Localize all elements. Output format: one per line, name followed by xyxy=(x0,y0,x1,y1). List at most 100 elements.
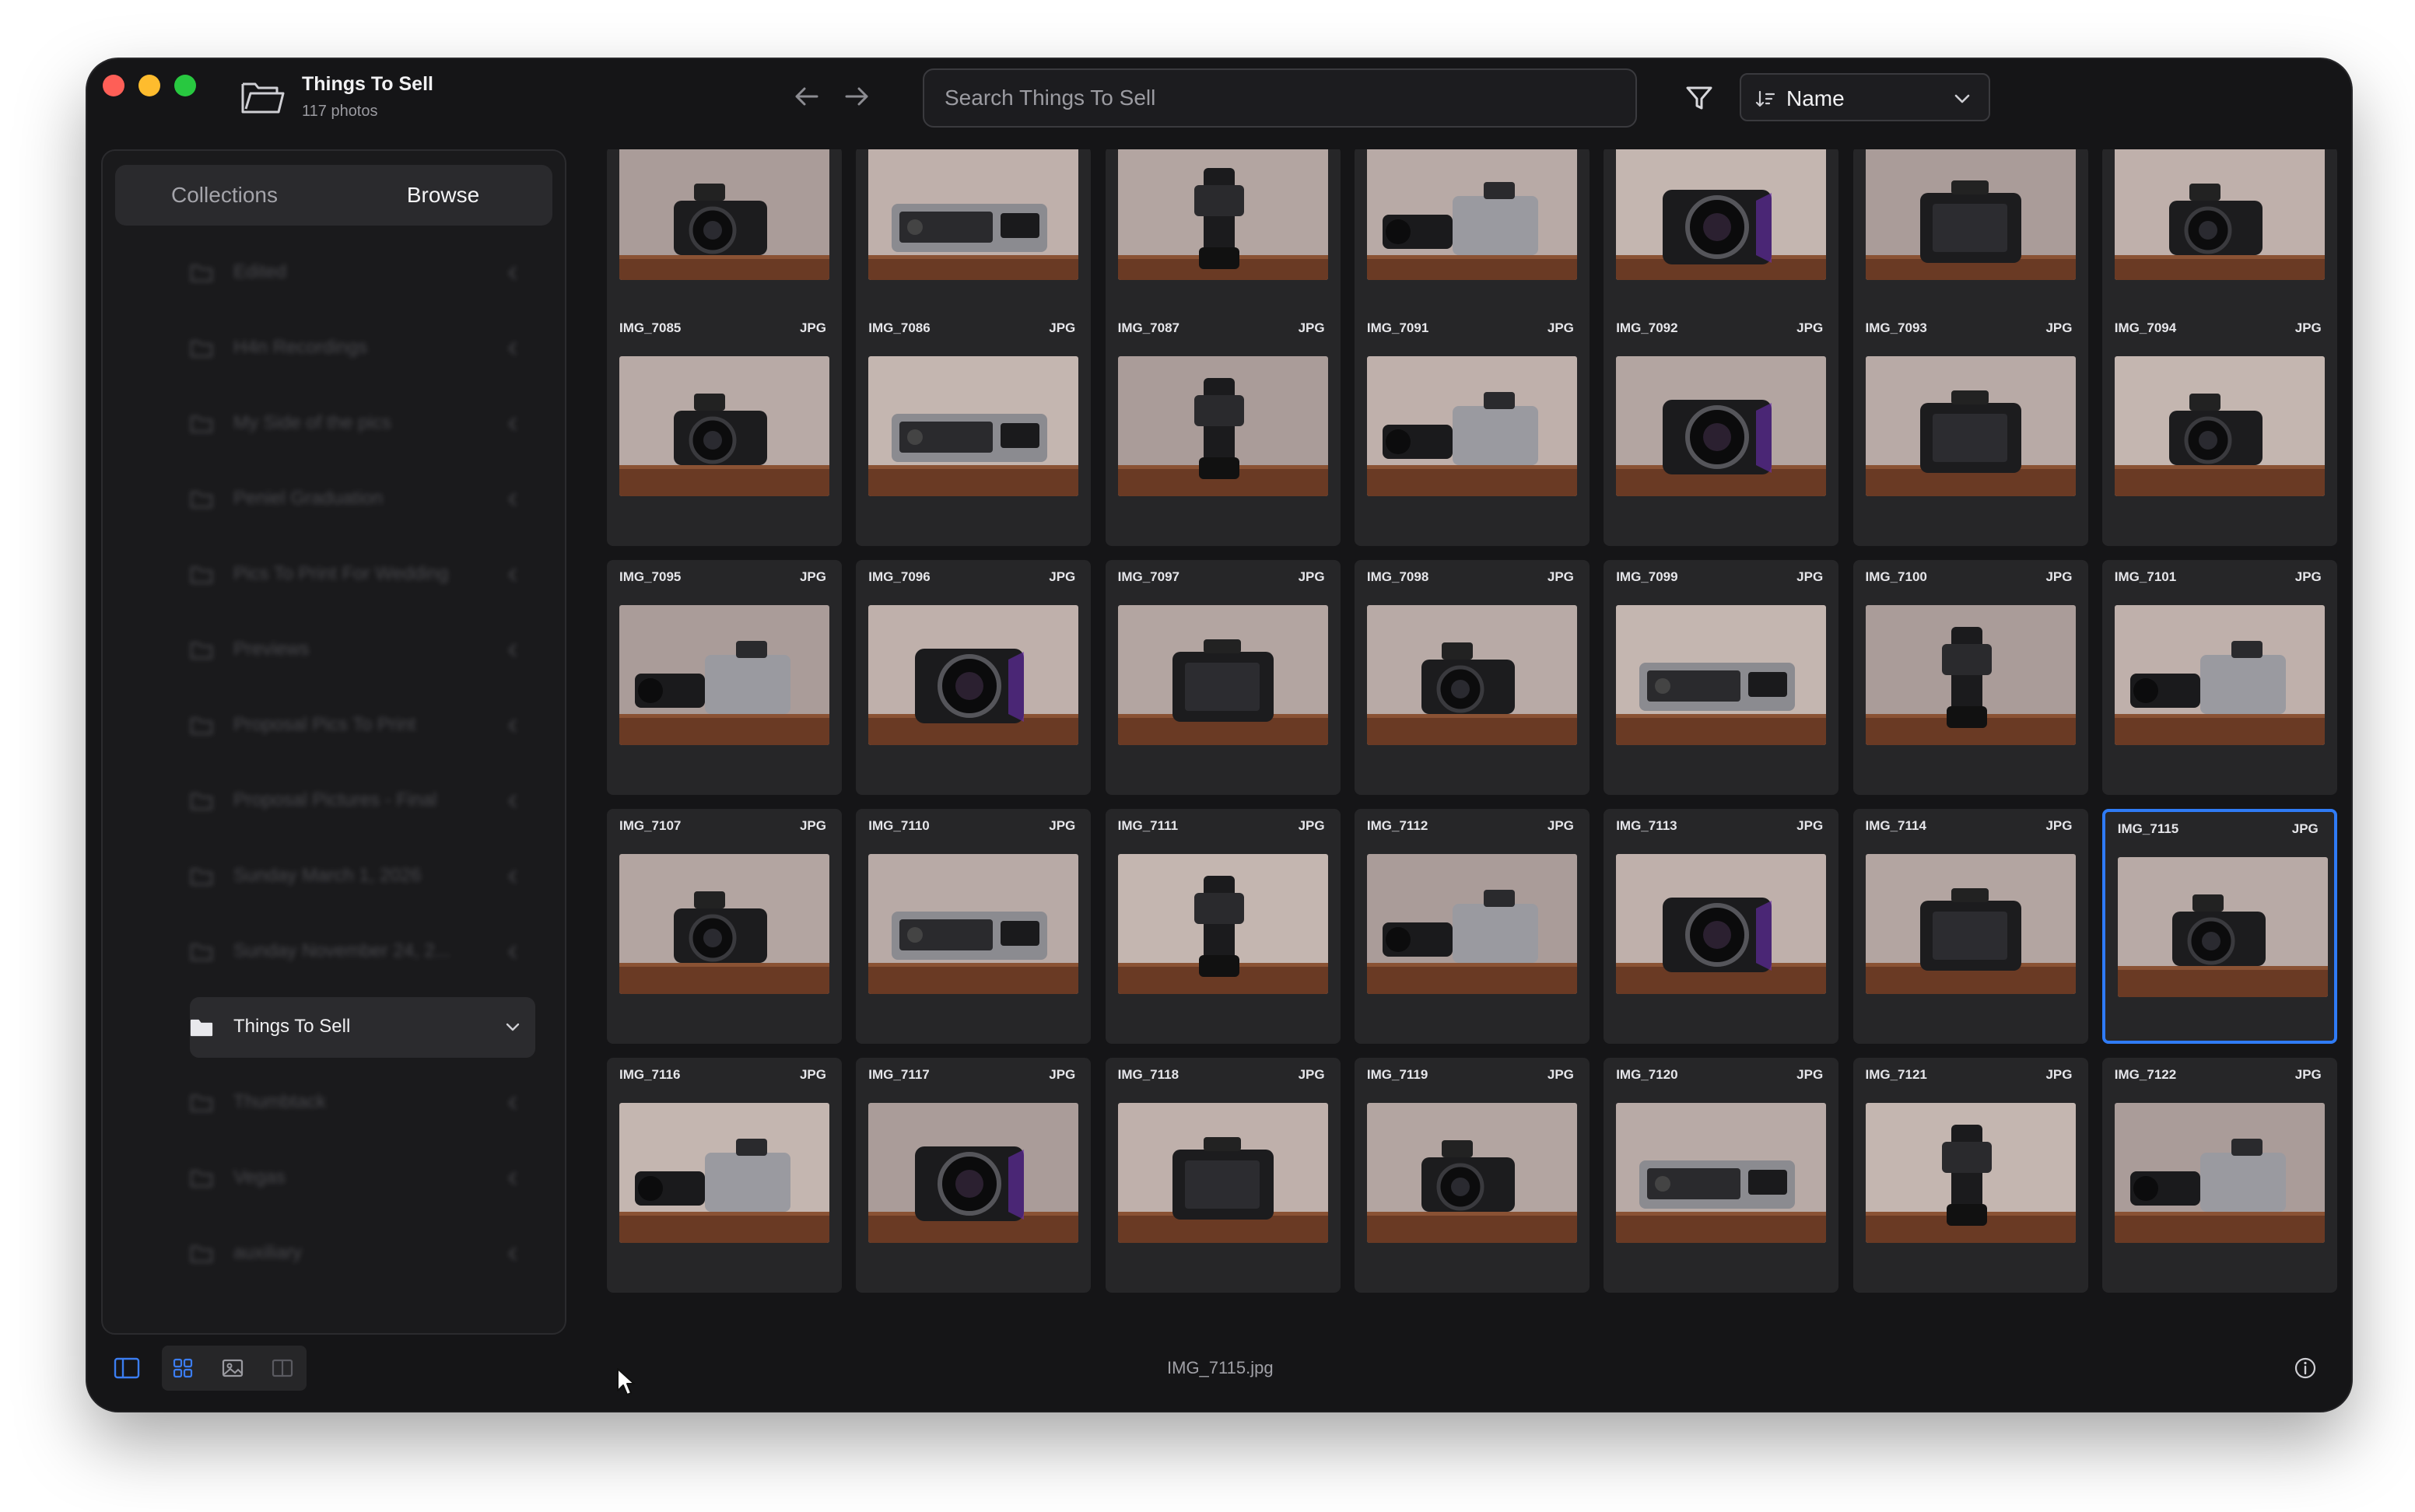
photo-tile[interactable]: IMG_7098 JPG xyxy=(1354,560,1590,795)
photo-tile[interactable]: IMG_7096 JPG xyxy=(856,560,1092,795)
filter-icon[interactable] xyxy=(1684,82,1715,114)
compare-view-icon[interactable] xyxy=(271,1356,294,1380)
sidebar-item-folder[interactable]: auxiliary xyxy=(190,1223,535,1284)
chevron-left-icon[interactable] xyxy=(506,868,520,885)
photo-tile[interactable]: IMG_7086 JPG xyxy=(856,311,1092,546)
sidebar-item-folder[interactable]: Pics To Print For Wedding xyxy=(190,544,535,605)
sort-dropdown[interactable]: Name xyxy=(1740,73,1990,121)
close-window-button[interactable] xyxy=(103,75,124,96)
photo-thumbnail xyxy=(1117,1103,1328,1243)
chevron-left-icon[interactable] xyxy=(506,1094,520,1111)
photo-tile[interactable]: IMG_7099 JPG xyxy=(1604,560,1839,795)
sidebar-item-label: Proposal Pics To Print xyxy=(233,714,416,735)
chevron-left-icon[interactable] xyxy=(506,264,520,282)
photo-name: IMG_7085 xyxy=(619,320,682,335)
photo-tile[interactable]: IMG_7093 JPG xyxy=(1852,311,2088,546)
photo-type-badge: JPG xyxy=(1796,569,1824,584)
single-image-view-icon[interactable] xyxy=(221,1356,244,1380)
sidebar-item-folder[interactable]: Sunday March 1, 2026 xyxy=(190,846,535,907)
sidebar-item-folder[interactable]: Thumbtack xyxy=(190,1073,535,1133)
photo-tile[interactable]: IMG_7094 JPG xyxy=(2101,311,2337,546)
photo-tile[interactable]: IMG_7085 JPG xyxy=(607,311,842,546)
chevron-left-icon[interactable] xyxy=(506,717,520,734)
sidebar-item-folder[interactable]: Edited xyxy=(190,243,535,303)
chevron-left-icon[interactable] xyxy=(506,340,520,357)
chevron-left-icon[interactable] xyxy=(506,943,520,961)
chevron-left-icon[interactable] xyxy=(506,491,520,508)
folder-icon xyxy=(190,264,213,282)
search-input[interactable] xyxy=(924,70,1635,126)
photo-tile[interactable]: IMG_7100 JPG xyxy=(1852,560,2088,795)
minimize-window-button[interactable] xyxy=(138,75,160,96)
photo-tile[interactable]: IMG_7092 JPG xyxy=(1604,311,1839,546)
sidebar: Collections Browse Edited H4n Recordings M… xyxy=(101,149,566,1335)
photo-tile[interactable] xyxy=(856,149,1092,330)
photo-type-badge: JPG xyxy=(2045,569,2073,584)
photo-tile[interactable]: IMG_7115 JPG xyxy=(2101,809,2337,1044)
photo-tile[interactable]: IMG_7097 JPG xyxy=(1105,560,1341,795)
photo-tile[interactable]: IMG_7116 JPG xyxy=(607,1058,842,1293)
chevron-left-icon[interactable] xyxy=(506,1170,520,1187)
sidebar-item-folder[interactable]: Vegas xyxy=(190,1148,535,1209)
photo-tile[interactable]: IMG_7119 JPG xyxy=(1354,1058,1590,1293)
back-arrow-icon[interactable] xyxy=(790,81,822,112)
chevron-left-icon[interactable] xyxy=(506,793,520,810)
photo-tile[interactable]: IMG_7111 JPG xyxy=(1105,809,1341,1044)
photo-type-badge: JPG xyxy=(1298,320,1325,335)
search-field[interactable] xyxy=(923,68,1637,128)
tab-browse[interactable]: Browse xyxy=(334,165,552,226)
folder-icon xyxy=(190,1245,213,1263)
photo-tile[interactable]: IMG_7087 JPG xyxy=(1105,311,1341,546)
photo-tile[interactable] xyxy=(1354,149,1590,330)
sidebar-toggle-icon[interactable] xyxy=(114,1356,140,1380)
chevron-left-icon[interactable] xyxy=(506,415,520,432)
photo-name: IMG_7091 xyxy=(1366,320,1429,335)
photo-thumbnail xyxy=(1366,356,1577,496)
sidebar-item-label: Previews xyxy=(233,639,310,660)
folder-icon xyxy=(190,1170,213,1188)
sidebar-item-folder[interactable]: Things To Sell xyxy=(190,997,535,1058)
chevron-left-icon[interactable] xyxy=(506,1245,520,1262)
chevron-left-icon[interactable] xyxy=(506,566,520,583)
photo-tile[interactable]: IMG_7117 JPG xyxy=(856,1058,1092,1293)
photo-name: IMG_7120 xyxy=(1616,1067,1678,1082)
zoom-window-button[interactable] xyxy=(174,75,196,96)
sidebar-item-folder[interactable]: Peniel Graduation xyxy=(190,469,535,530)
photo-tile[interactable]: IMG_7120 JPG xyxy=(1604,1058,1839,1293)
photo-tile[interactable]: IMG_7110 JPG xyxy=(856,809,1092,1044)
photo-tile[interactable] xyxy=(607,149,842,330)
chevron-down-icon[interactable] xyxy=(506,1019,520,1036)
photo-tile[interactable]: IMG_7112 JPG xyxy=(1354,809,1590,1044)
forward-arrow-icon[interactable] xyxy=(842,81,873,112)
photo-tile[interactable]: IMG_7114 JPG xyxy=(1852,809,2088,1044)
folder-icon xyxy=(190,642,213,660)
info-icon[interactable] xyxy=(2294,1356,2317,1380)
photo-tile[interactable] xyxy=(1105,149,1341,330)
photo-tile[interactable]: IMG_7095 JPG xyxy=(607,560,842,795)
photo-type-badge: JPG xyxy=(2045,818,2073,833)
photo-tile[interactable] xyxy=(1852,149,2088,330)
folder-icon xyxy=(190,415,213,433)
window-title: Things To Sell xyxy=(302,73,433,95)
tab-collections[interactable]: Collections xyxy=(115,165,334,226)
photo-type-badge: JPG xyxy=(2291,821,2319,836)
grid-view-icon[interactable] xyxy=(171,1356,195,1380)
sidebar-item-folder[interactable]: Previews xyxy=(190,620,535,681)
photo-tile[interactable]: IMG_7121 JPG xyxy=(1852,1058,2088,1293)
sidebar-item-folder[interactable]: Sunday November 24, 2... xyxy=(190,922,535,982)
photo-tile[interactable]: IMG_7091 JPG xyxy=(1354,311,1590,546)
chevron-left-icon[interactable] xyxy=(506,642,520,659)
sidebar-item-folder[interactable]: H4n Recordings xyxy=(190,318,535,379)
photo-tile[interactable]: IMG_7113 JPG xyxy=(1604,809,1839,1044)
sidebar-item-folder[interactable]: Proposal Pics To Print xyxy=(190,695,535,756)
photo-tile[interactable]: IMG_7107 JPG xyxy=(607,809,842,1044)
sidebar-item-folder[interactable]: My Side of the pics xyxy=(190,394,535,454)
photo-tile[interactable]: IMG_7101 JPG xyxy=(2101,560,2337,795)
sidebar-item-folder[interactable]: Proposal Pictures - Final xyxy=(190,771,535,831)
photo-tile[interactable]: IMG_7122 JPG xyxy=(2101,1058,2337,1293)
photo-tile[interactable] xyxy=(2101,149,2337,330)
photo-tile[interactable]: IMG_7118 JPG xyxy=(1105,1058,1341,1293)
photo-type-badge: JPG xyxy=(2045,1067,2073,1082)
photo-thumbnail xyxy=(1117,854,1328,994)
photo-tile[interactable] xyxy=(1604,149,1839,330)
